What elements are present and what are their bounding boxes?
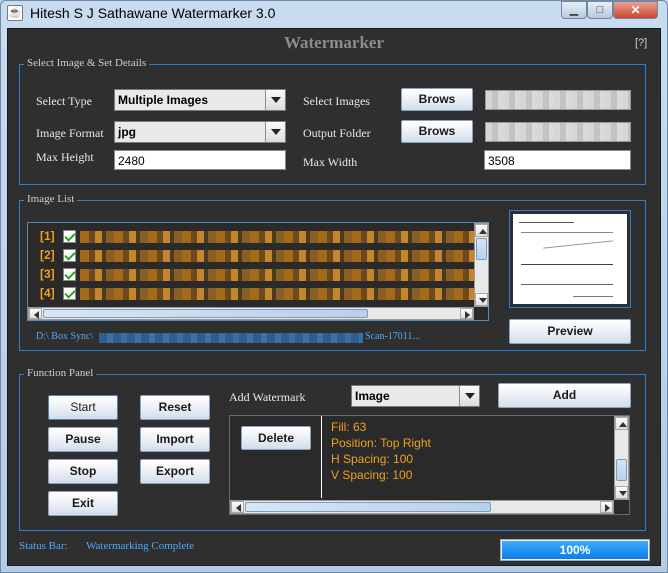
output-folder-field[interactable] xyxy=(485,122,631,142)
progress-bar: 100% xyxy=(500,539,650,561)
chevron-down-icon[interactable] xyxy=(265,90,285,110)
image-list-legend: Image List xyxy=(24,193,78,205)
list-item[interactable]: [1] xyxy=(28,228,474,244)
max-height-input[interactable]: 2480 xyxy=(114,150,286,170)
list-item-checkbox[interactable] xyxy=(63,268,76,281)
watermark-details: Fill: 63 Position: Top Right H Spacing: … xyxy=(331,420,431,484)
minimize-button[interactable]: ▁ xyxy=(561,1,587,19)
details-horizontal-scrollbar[interactable] xyxy=(230,500,614,514)
scroll-down-icon[interactable] xyxy=(475,293,488,306)
delete-watermark-button[interactable]: Delete xyxy=(241,426,311,450)
path-suffix: Scan-17011... xyxy=(365,331,420,342)
export-button[interactable]: Export xyxy=(140,459,210,484)
list-item-checkbox[interactable] xyxy=(63,287,76,300)
add-watermark-button[interactable]: Add xyxy=(498,383,631,408)
scroll-thumb[interactable] xyxy=(43,309,368,318)
list-horizontal-scrollbar[interactable] xyxy=(28,307,474,320)
watermark-list-panel: Delete Fill: 63 Position: Top Right H Sp… xyxy=(229,415,630,515)
function-panel-legend: Function Panel xyxy=(24,367,97,379)
list-item[interactable]: [2] xyxy=(28,247,474,263)
watermark-detail-line: Position: Top Right xyxy=(331,436,431,450)
status-bar-label: Status Bar: xyxy=(19,540,68,552)
chevron-down-icon[interactable] xyxy=(265,122,285,142)
list-item-index: [4] xyxy=(40,286,55,300)
image-format-value: jpg xyxy=(118,125,136,139)
list-item-index: [2] xyxy=(40,248,55,262)
list-item-checkbox[interactable] xyxy=(63,230,76,243)
output-folder-browse-button[interactable]: Brows xyxy=(401,120,473,143)
status-message: Watermarking Complete xyxy=(86,540,195,552)
list-item[interactable]: [4] xyxy=(28,285,474,301)
selected-images-field[interactable] xyxy=(485,90,631,110)
list-item-checkbox[interactable] xyxy=(63,249,76,262)
list-item-index: [1] xyxy=(40,229,55,243)
preview-frame xyxy=(509,210,631,308)
chevron-down-icon[interactable] xyxy=(459,386,479,406)
list-vertical-scrollbar[interactable] xyxy=(474,223,489,307)
max-width-label: Max Width xyxy=(303,155,358,169)
scroll-right-icon[interactable] xyxy=(600,501,613,513)
watermark-type-dropdown[interactable]: Image xyxy=(351,385,480,407)
close-button[interactable]: ✕ xyxy=(613,1,658,19)
scroll-right-icon[interactable] xyxy=(460,308,473,319)
image-format-label: Image Format xyxy=(36,126,104,140)
reset-button[interactable]: Reset xyxy=(140,395,210,420)
list-item[interactable]: [3] xyxy=(28,266,474,282)
path-redacted xyxy=(99,333,363,343)
path-prefix: D:\ Box Sync\ xyxy=(36,331,94,342)
preview-button[interactable]: Preview xyxy=(509,319,631,344)
stop-button[interactable]: Stop xyxy=(48,459,118,484)
scroll-left-icon[interactable] xyxy=(29,308,42,319)
output-folder-label: Output Folder xyxy=(303,126,371,140)
java-app-icon: ☕ xyxy=(7,5,23,21)
start-button[interactable]: Start xyxy=(48,395,118,420)
select-type-label: Select Type xyxy=(36,94,92,108)
scroll-thumb[interactable] xyxy=(245,502,491,512)
progress-text: 100% xyxy=(559,543,591,557)
select-details-legend: Select Image & Set Details xyxy=(24,57,150,69)
pause-button[interactable]: Pause xyxy=(48,427,118,452)
page-title: Watermarker xyxy=(283,33,385,52)
scroll-up-icon[interactable] xyxy=(475,224,488,237)
watermark-divider xyxy=(321,416,322,498)
list-item-filename xyxy=(80,269,474,281)
import-button[interactable]: Import xyxy=(140,427,210,452)
preview-image xyxy=(513,214,627,304)
add-watermark-label: Add Watermark xyxy=(229,390,306,404)
scroll-up-icon[interactable] xyxy=(615,417,628,430)
watermark-type-value: Image xyxy=(355,389,390,403)
scroll-down-icon[interactable] xyxy=(615,486,628,499)
list-item-index: [3] xyxy=(40,267,55,281)
watermark-detail-line: Fill: 63 xyxy=(331,420,367,434)
select-type-value: Multiple Images xyxy=(118,93,209,107)
max-height-label: Max Height xyxy=(36,150,94,164)
list-item-filename xyxy=(80,288,474,300)
window-title: Hitesh S J Sathawane Watermarker 3.0 xyxy=(30,5,276,21)
exit-button[interactable]: Exit xyxy=(48,491,118,516)
watermark-detail-line: H Spacing: 100 xyxy=(331,452,414,466)
select-images-browse-button[interactable]: Brows xyxy=(401,88,473,111)
scroll-left-icon[interactable] xyxy=(231,501,244,513)
scroll-thumb[interactable] xyxy=(616,459,627,481)
list-item-filename xyxy=(80,250,474,262)
scroll-thumb[interactable] xyxy=(476,238,487,260)
watermark-detail-line: V Spacing: 100 xyxy=(331,468,413,482)
select-type-dropdown[interactable]: Multiple Images xyxy=(114,89,286,111)
help-link[interactable]: [?] xyxy=(635,37,647,49)
select-images-label: Select Images xyxy=(303,94,370,108)
max-width-input[interactable]: 3508 xyxy=(484,150,631,170)
details-vertical-scrollbar[interactable] xyxy=(614,416,629,500)
image-list[interactable]: [1] [2] [3] [4] xyxy=(27,222,489,321)
selected-file-path: D:\ Box Sync\ Scan-17011... xyxy=(36,331,436,344)
list-item-filename xyxy=(80,231,474,243)
maximize-button[interactable]: □ xyxy=(587,1,613,19)
image-format-dropdown[interactable]: jpg xyxy=(114,121,286,143)
